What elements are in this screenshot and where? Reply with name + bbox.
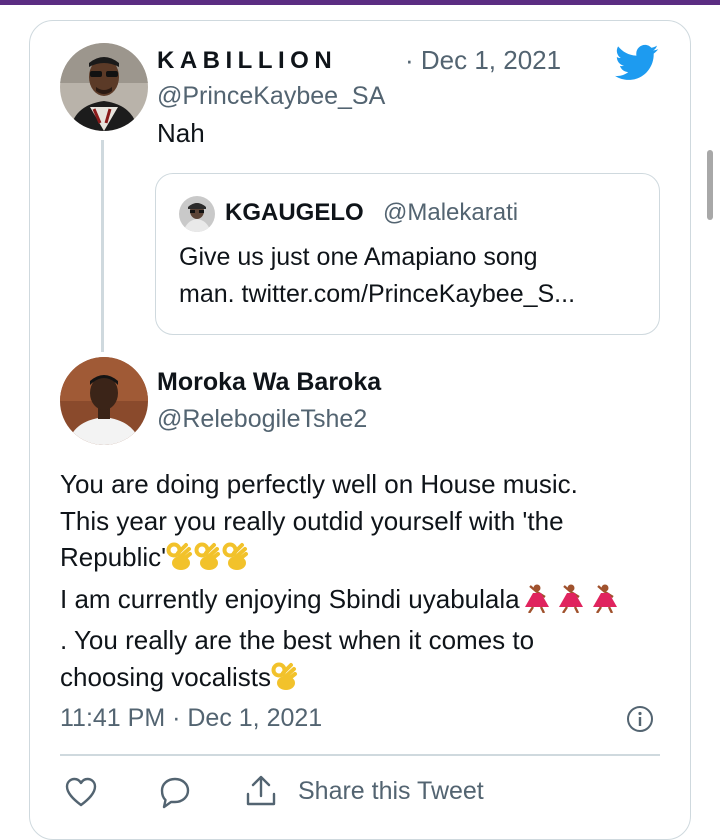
reply-line-6-row: choosing vocalists bbox=[60, 659, 680, 701]
author-handle[interactable]: @PrinceKaybee_SA bbox=[157, 82, 385, 111]
ok-hand-emoji bbox=[194, 541, 222, 581]
reply-handle[interactable]: @RelebogileTshe2 bbox=[157, 405, 367, 434]
top-accent-bar bbox=[0, 0, 720, 5]
share-tweet-button[interactable]: Share this Tweet bbox=[298, 777, 484, 806]
reply-body: You are doing perfectly well on House mu… bbox=[60, 466, 680, 700]
reply-line-3-row: Republic' bbox=[60, 539, 680, 581]
reply-timestamp[interactable]: 11:41 PM · Dec 1, 2021 bbox=[60, 704, 322, 733]
thread-connector-line bbox=[101, 140, 104, 352]
reply-line-3: Republic' bbox=[60, 542, 167, 572]
author-display-name[interactable]: KABILLION bbox=[157, 47, 337, 75]
dancer-emoji bbox=[520, 583, 554, 623]
reply-line-4-row: I am currently enjoying Sbindi uyabulala bbox=[60, 581, 680, 623]
reply-author-avatar[interactable] bbox=[60, 357, 148, 445]
tweet-text: Nah bbox=[157, 118, 205, 148]
dancer-emoji bbox=[554, 583, 588, 623]
reply-line-6: choosing vocalists bbox=[60, 661, 271, 692]
quoted-text-line1: Give us just one Amapiano song bbox=[179, 243, 538, 271]
reply-line-2: This year you really outdid yourself wit… bbox=[60, 505, 564, 536]
dancer-emoji bbox=[588, 583, 622, 623]
quoted-display-name[interactable]: KGAUGELO bbox=[225, 199, 364, 227]
quoted-avatar[interactable] bbox=[179, 196, 215, 232]
reply-display-name[interactable]: Moroka Wa Baroka bbox=[157, 368, 381, 397]
reply-line-4: I am currently enjoying Sbindi uyabulala bbox=[60, 583, 520, 614]
ok-hand-emoji bbox=[271, 661, 299, 701]
reply-line-5: . You really are the best when it comes … bbox=[60, 625, 535, 655]
info-icon[interactable] bbox=[626, 705, 654, 738]
quoted-handle[interactable]: @Malekarati bbox=[383, 199, 518, 227]
share-icon[interactable] bbox=[244, 774, 278, 813]
scrollbar-thumb[interactable] bbox=[707, 150, 713, 220]
twitter-bird-icon[interactable] bbox=[615, 44, 659, 87]
quoted-text-line2: man. twitter.com/PrinceKaybee_S... bbox=[179, 280, 576, 308]
author-avatar[interactable] bbox=[60, 43, 148, 131]
ok-hand-emoji bbox=[166, 541, 194, 581]
heart-icon[interactable] bbox=[64, 776, 98, 813]
reply-line-1: You are doing perfectly well on House mu… bbox=[60, 469, 578, 499]
reply-icon[interactable] bbox=[158, 775, 192, 814]
tweet-date[interactable]: · Dec 1, 2021 bbox=[405, 45, 561, 76]
ok-hand-emoji bbox=[222, 541, 250, 581]
action-divider bbox=[60, 754, 660, 756]
